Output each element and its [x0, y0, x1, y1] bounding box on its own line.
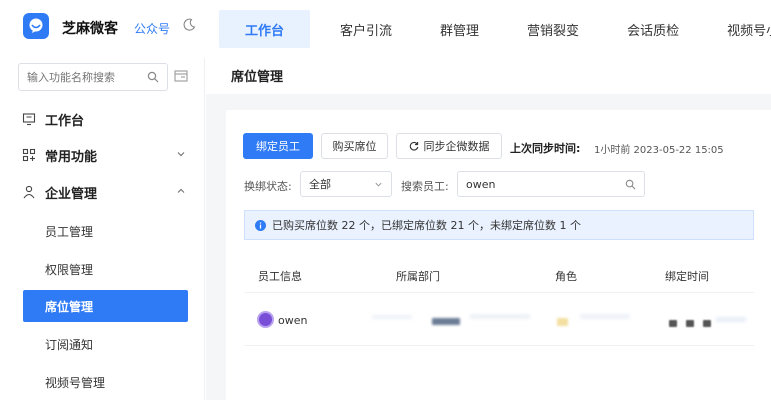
search-icon[interactable]: [147, 71, 159, 83]
sidebar-item-seat-management[interactable]: 席位管理: [23, 290, 188, 322]
redacted-time: [686, 320, 694, 327]
buy-seat-button[interactable]: 购买席位: [321, 133, 388, 159]
moon-icon[interactable]: [182, 18, 196, 32]
page-title: 席位管理: [231, 70, 284, 85]
sidebar: 工作台 常用功能 企业管理 员工管理 权限管理 席位管理 订阅通知 视频号管理: [0, 58, 205, 400]
menu-group-label: 企业管理: [45, 186, 98, 202]
chevron-down-icon: [375, 182, 382, 187]
menu-group-workbench[interactable]: 工作台: [22, 108, 188, 130]
refresh-icon: [409, 141, 418, 151]
main-nav: 工作台 客户引流 群管理 营销裂变 会话质检 视频号小: [212, 0, 771, 58]
menu-group-enterprise-management[interactable]: 企业管理: [22, 181, 188, 203]
search-employee-input[interactable]: owen: [457, 171, 645, 197]
search-icon[interactable]: [625, 179, 636, 190]
info-icon: [255, 219, 266, 231]
redacted-time: [703, 320, 711, 327]
nav-tab-video-account[interactable]: 视频号小: [703, 10, 771, 48]
redacted-department: [432, 318, 460, 325]
table-row[interactable]: [244, 294, 754, 346]
redacted-text: [580, 314, 630, 319]
column-department: 所属部门: [396, 270, 440, 283]
last-sync-label: 上次同步时间:: [510, 142, 581, 155]
redacted-text: [716, 317, 746, 322]
sidebar-item-video-account-management[interactable]: 视频号管理: [23, 366, 188, 398]
redacted-text: [470, 314, 530, 319]
chevron-down-icon: [177, 152, 185, 157]
page-header: 席位管理: [206, 58, 771, 94]
redacted-text: [372, 315, 412, 319]
last-sync-time: 1小时前 2023-05-22 15:05: [594, 145, 724, 156]
official-account-link[interactable]: 公众号: [134, 20, 170, 37]
sync-button-label: 同步企微数据: [423, 140, 490, 153]
sidebar-item-permission-management[interactable]: 权限管理: [23, 253, 188, 285]
nav-tab-session-inspection[interactable]: 会话质检: [603, 10, 703, 48]
brand-name: 芝麻微客: [62, 21, 118, 37]
logo-icon[interactable]: [23, 13, 49, 39]
sidebar-item-subscription-notice[interactable]: 订阅通知: [23, 328, 188, 360]
search-employee-value: owen: [466, 177, 496, 191]
search-employee-label: 搜索员工:: [401, 180, 449, 193]
sidebar-search-input[interactable]: [19, 64, 129, 90]
grid-icon: [22, 148, 36, 162]
column-employee-info: 员工信息: [258, 270, 302, 283]
sidebar-search: [18, 63, 168, 91]
nav-tab-group-management[interactable]: 群管理: [416, 10, 503, 48]
nav-tab-customer-acquisition[interactable]: 客户引流: [316, 10, 416, 48]
column-bind-time: 绑定时间: [665, 270, 709, 283]
nav-tab-marketing-fission[interactable]: 营销裂变: [503, 10, 603, 48]
menu-toggle-icon[interactable]: [174, 69, 188, 83]
sync-wecom-button[interactable]: 同步企微数据: [396, 133, 502, 159]
redacted-role: [557, 318, 568, 326]
seat-summary-notice: 已购买席位数 22 个，已绑定席位数 21 个，未绑定席位数 1 个: [244, 210, 754, 240]
menu-group-label: 常用功能: [45, 149, 98, 165]
person-icon: [23, 185, 35, 199]
top-bar: 芝麻微客 公众号 工作台 客户引流 群管理 营销裂变 会话质检 视频号小: [0, 0, 771, 58]
column-role: 角色: [555, 270, 577, 283]
bind-status-select[interactable]: 全部: [300, 171, 392, 197]
menu-group-common-functions[interactable]: 常用功能: [22, 144, 188, 166]
menu-group-label: 工作台: [45, 113, 85, 129]
bind-status-label: 换绑状态:: [244, 180, 292, 193]
bind-employee-button[interactable]: 绑定员工: [243, 133, 313, 159]
seat-summary-text: 已购买席位数 22 个，已绑定席位数 21 个，未绑定席位数 1 个: [272, 219, 581, 232]
nav-tab-workbench[interactable]: 工作台: [219, 10, 311, 48]
redacted-time: [669, 320, 677, 327]
employee-name: owen: [278, 314, 308, 327]
avatar: [257, 311, 274, 328]
chevron-up-icon: [177, 188, 185, 193]
monitor-icon: [22, 113, 36, 126]
sidebar-item-employee-management[interactable]: 员工管理: [23, 215, 188, 247]
bind-status-value: 全部: [309, 178, 331, 191]
